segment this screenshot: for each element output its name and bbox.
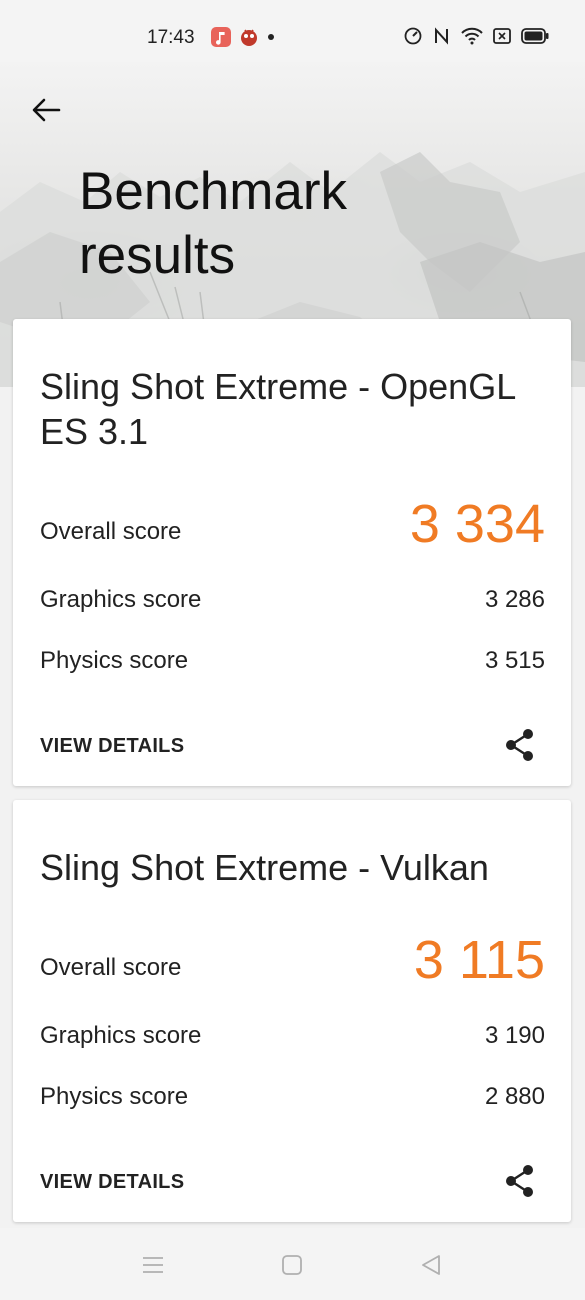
physics-score-label: Physics score bbox=[40, 647, 189, 674]
result-card-vulkan: Sling Shot Extreme - Vulkan Overall scor… bbox=[13, 800, 571, 1222]
physics-score-value: 2 880 bbox=[484, 1083, 545, 1110]
view-details-button[interactable]: VIEW DETAILS bbox=[40, 735, 184, 758]
overall-score-label: Overall score bbox=[40, 518, 182, 545]
status-time: 17:43 bbox=[147, 27, 195, 48]
antutu-icon bbox=[239, 27, 259, 47]
nfc-icon bbox=[433, 26, 451, 46]
menu-icon bbox=[143, 1257, 163, 1273]
notification-dot bbox=[268, 34, 274, 40]
system-back-button[interactable] bbox=[418, 1252, 444, 1278]
share-icon bbox=[506, 729, 533, 761]
graphics-score-value: 3 286 bbox=[484, 586, 545, 613]
back-arrow-icon bbox=[32, 98, 61, 122]
music-app-icon bbox=[211, 27, 231, 47]
back-button[interactable] bbox=[28, 92, 64, 128]
result-card-opengl: Sling Shot Extreme - OpenGL ES 3.1 Overa… bbox=[13, 319, 571, 786]
battery-icon bbox=[521, 28, 549, 44]
status-icons bbox=[403, 26, 549, 46]
overall-score-value: 3 334 bbox=[409, 494, 545, 554]
share-button[interactable] bbox=[503, 1164, 537, 1198]
page-title: Benchmark results bbox=[79, 162, 348, 285]
share-button[interactable] bbox=[503, 728, 537, 762]
home-button[interactable] bbox=[279, 1252, 305, 1278]
data-speed-icon bbox=[403, 26, 423, 46]
menu-button[interactable] bbox=[140, 1252, 166, 1278]
test-name: Sling Shot Extreme - OpenGL ES 3.1 bbox=[40, 366, 515, 452]
wifi-icon bbox=[461, 27, 483, 45]
status-bar: 17:43 bbox=[0, 0, 585, 62]
share-icon bbox=[506, 1165, 533, 1197]
back-triangle-icon bbox=[422, 1255, 440, 1275]
graphics-score-label: Graphics score bbox=[40, 586, 202, 613]
home-icon bbox=[282, 1255, 302, 1275]
test-name: Sling Shot Extreme - Vulkan bbox=[40, 847, 489, 888]
graphics-score-label: Graphics score bbox=[40, 1022, 202, 1049]
screenshot-icon bbox=[493, 28, 511, 44]
physics-score-label: Physics score bbox=[40, 1083, 189, 1110]
overall-score-label: Overall score bbox=[40, 954, 182, 981]
overall-score-value: 3 115 bbox=[413, 930, 545, 990]
system-nav-bar bbox=[0, 1228, 585, 1300]
graphics-score-value: 3 190 bbox=[484, 1022, 545, 1049]
physics-score-value: 3 515 bbox=[484, 647, 545, 674]
view-details-button[interactable]: VIEW DETAILS bbox=[40, 1171, 184, 1194]
